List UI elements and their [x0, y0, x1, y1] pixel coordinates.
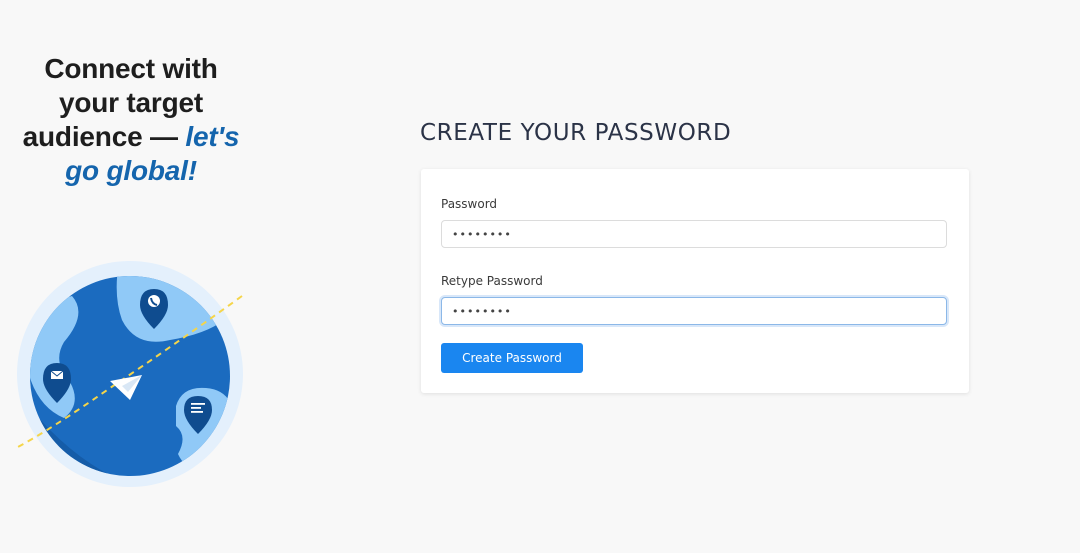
retype-password-label: Retype Password	[441, 274, 543, 288]
retype-password-field[interactable]	[441, 297, 947, 325]
promo-tagline: Connect with your target audience — let'…	[0, 52, 262, 188]
globe-illustration	[15, 261, 243, 487]
page-title: CREATE YOUR PASSWORD	[420, 120, 732, 146]
tagline-accent-1: let's	[185, 121, 240, 152]
promo-panel: Connect with your target audience — let'…	[0, 0, 262, 553]
password-field[interactable]	[441, 220, 947, 248]
create-password-page: Connect with your target audience — let'…	[0, 0, 1080, 553]
tagline-accent-2: go global!	[65, 155, 197, 186]
tagline-line-1: Connect with	[44, 53, 218, 84]
tagline-line-2: your target	[58, 87, 204, 118]
password-label: Password	[441, 197, 498, 211]
create-password-button[interactable]: Create Password	[441, 343, 583, 373]
password-form-card: Password Retype Password Create Password	[421, 169, 969, 393]
tagline-line-3: audience —	[22, 121, 186, 152]
